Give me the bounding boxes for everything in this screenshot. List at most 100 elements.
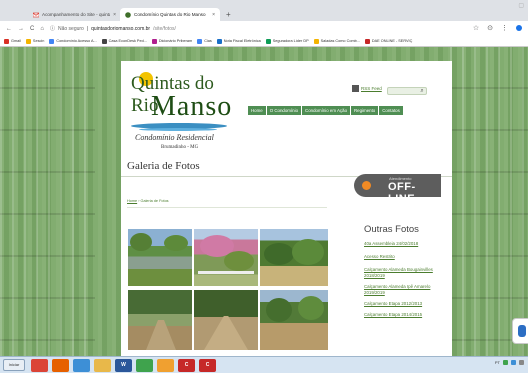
home-icon[interactable]: ⌂	[40, 26, 44, 32]
rss-icon	[352, 85, 359, 92]
sidebar-link[interactable]: Calçamento Alameda Bougainvilles 2018/20…	[364, 267, 444, 279]
profile-icon[interactable]	[516, 25, 522, 31]
chat-status-badge[interactable]: Atendimento OFF-LINE	[354, 174, 441, 205]
close-icon[interactable]: ×	[212, 12, 215, 18]
folder-icon[interactable]	[94, 358, 111, 372]
bookmark-label: Condomínio Acesso A...	[56, 39, 97, 43]
security-label: Não seguro	[57, 25, 84, 32]
sidebar-link[interactable]: Calçamento Etapa 2014/2015	[364, 312, 444, 318]
bookmark-icon	[4, 38, 9, 44]
close-icon[interactable]: ×	[113, 12, 116, 18]
nav-home[interactable]: Home	[248, 106, 266, 115]
gallery-photo[interactable]	[128, 229, 192, 286]
taskbar-apps: W C C	[31, 358, 216, 372]
bookmark-item[interactable]: Saladas Como Comb...	[313, 38, 360, 44]
search-icon[interactable]: ⌕	[418, 87, 426, 95]
back-icon[interactable]: ←	[6, 26, 12, 32]
player-icon[interactable]	[157, 358, 174, 372]
window-controls[interactable]: ▢	[518, 2, 524, 9]
bookmark-item[interactable]: Condomínio Acesso A...	[49, 38, 97, 44]
tab-condominio[interactable]: Condomínio Quintas do Rio Manso ×	[120, 8, 220, 21]
bookmark-label: Gmail	[11, 39, 21, 43]
bookmark-item[interactable]: Casa EconDesk Ped...	[101, 38, 147, 44]
info-icon: ⓘ	[49, 26, 55, 32]
bookmark-label: Cias	[204, 39, 212, 43]
sidebar-link[interactable]: Acesso Restrito	[364, 254, 444, 260]
url-host: quintasdoriomanso.com.br	[91, 25, 151, 32]
bamboo-background-right	[450, 47, 528, 356]
firefox-icon[interactable]	[52, 358, 69, 372]
tab-acompanhamento[interactable]: Acompanhamento do Site - quintas ×	[28, 8, 121, 21]
system-tray: PT	[495, 360, 524, 365]
bush	[224, 251, 254, 271]
chat-widget-tab[interactable]	[512, 318, 528, 344]
nav-condominio[interactable]: O Condomínio	[266, 106, 302, 115]
extension-icon[interactable]: ⊙	[487, 24, 493, 32]
bookmark-label: Saladas Como Comb...	[320, 39, 360, 43]
network-icon[interactable]	[503, 360, 508, 365]
language-indicator[interactable]: PT	[495, 360, 500, 365]
page-title: Galeria de Fotos	[127, 160, 200, 172]
star-icon[interactable]: ☆	[473, 24, 479, 32]
sidebar-link[interactable]: Calçamento Etapa 2012/2013	[364, 301, 444, 307]
site-header: Quintas do Rio Manso Condomínio Residenc…	[121, 61, 452, 183]
bookmark-item[interactable]: Dicionário Priberam	[151, 38, 192, 44]
bookmark-icon	[197, 38, 203, 44]
gallery-photo[interactable]	[260, 229, 328, 286]
tab-title: Acompanhamento do Site - quintas	[42, 12, 111, 17]
volume-icon[interactable]	[511, 360, 516, 365]
url-field[interactable]: ⓘ Não seguro | quintasdoriomanso.com.br /…	[49, 25, 176, 33]
bookmark-item[interactable]: Seguradora Líder DP	[265, 38, 309, 44]
bookmark-label: Sescin	[32, 39, 45, 43]
taskbar: Iniciar W C C PT	[0, 356, 528, 373]
chrome-icon[interactable]	[31, 358, 48, 372]
sidebar-link[interactable]: Calçamento Alameda Ipê Amarelo 2019/2019	[364, 284, 444, 296]
new-tab-button[interactable]: +	[226, 10, 231, 19]
gallery-photo[interactable]	[260, 290, 328, 350]
breadcrumb-home[interactable]: Home	[127, 199, 137, 203]
word-icon[interactable]: W	[115, 358, 132, 372]
divider	[127, 207, 327, 208]
site-icon	[125, 11, 131, 18]
bookmark-icon	[364, 38, 370, 44]
bookmark-item[interactable]: Sescin	[25, 38, 45, 44]
browser-tab-bar: Acompanhamento do Site - quintas × Condo…	[0, 0, 528, 21]
bookmark-icon	[25, 38, 31, 44]
chat-status: OFF-LINE	[388, 181, 416, 205]
bookmark-label: Nota Fiscal Eletrônica	[223, 39, 261, 43]
gallery-photo[interactable]	[194, 290, 258, 350]
tree	[266, 298, 292, 322]
bookmark-icon	[151, 38, 157, 44]
bookmark-item[interactable]: Gmail	[4, 38, 21, 44]
logo-line2: Manso	[151, 91, 233, 122]
menu-icon[interactable]: ⋮	[501, 24, 508, 32]
nav-contatos[interactable]: Contatos	[379, 106, 403, 115]
app-red2-icon[interactable]: C	[199, 358, 216, 372]
tab-title: Condomínio Quintas do Rio Manso	[134, 12, 206, 17]
bush	[292, 239, 324, 265]
bookmark-item[interactable]: Cias	[197, 38, 212, 44]
photos-icon[interactable]	[136, 358, 153, 372]
gallery-photo[interactable]	[128, 290, 192, 350]
site-logo[interactable]: Quintas do Rio Manso Condomínio Residenc…	[125, 67, 237, 157]
tree	[164, 235, 188, 251]
sidebar-link[interactable]: 40a Assembleia 24/02/2018	[364, 241, 444, 247]
nav-condominio-em-acao[interactable]: Condomínio em Ação	[302, 106, 351, 115]
start-button[interactable]: Iniciar	[3, 359, 25, 371]
tree	[298, 296, 324, 320]
app-red-icon[interactable]: C	[178, 358, 195, 372]
reload-icon[interactable]: C	[30, 26, 34, 32]
url-separator: |	[86, 25, 89, 32]
bookmarks-bar: Gmail Sescin Condomínio Acesso A... Casa…	[0, 36, 528, 47]
bookmark-item[interactable]: Nota Fiscal Eletrônica	[216, 38, 261, 44]
address-bar: ← → C ⌂ ⓘ Não seguro | quintasdoriomanso…	[0, 21, 528, 36]
path	[204, 316, 248, 350]
bookmark-icon	[216, 38, 222, 44]
battery-icon[interactable]	[519, 360, 524, 365]
nav-regimento[interactable]: Regimento	[351, 106, 379, 115]
rss-link[interactable]: RSS Feed	[352, 85, 382, 92]
media-icon[interactable]	[73, 358, 90, 372]
forward-icon[interactable]: →	[18, 26, 24, 32]
bookmark-item[interactable]: DAE ONLINE - SERVIÇ	[364, 38, 412, 44]
gallery-photo[interactable]	[194, 229, 258, 286]
